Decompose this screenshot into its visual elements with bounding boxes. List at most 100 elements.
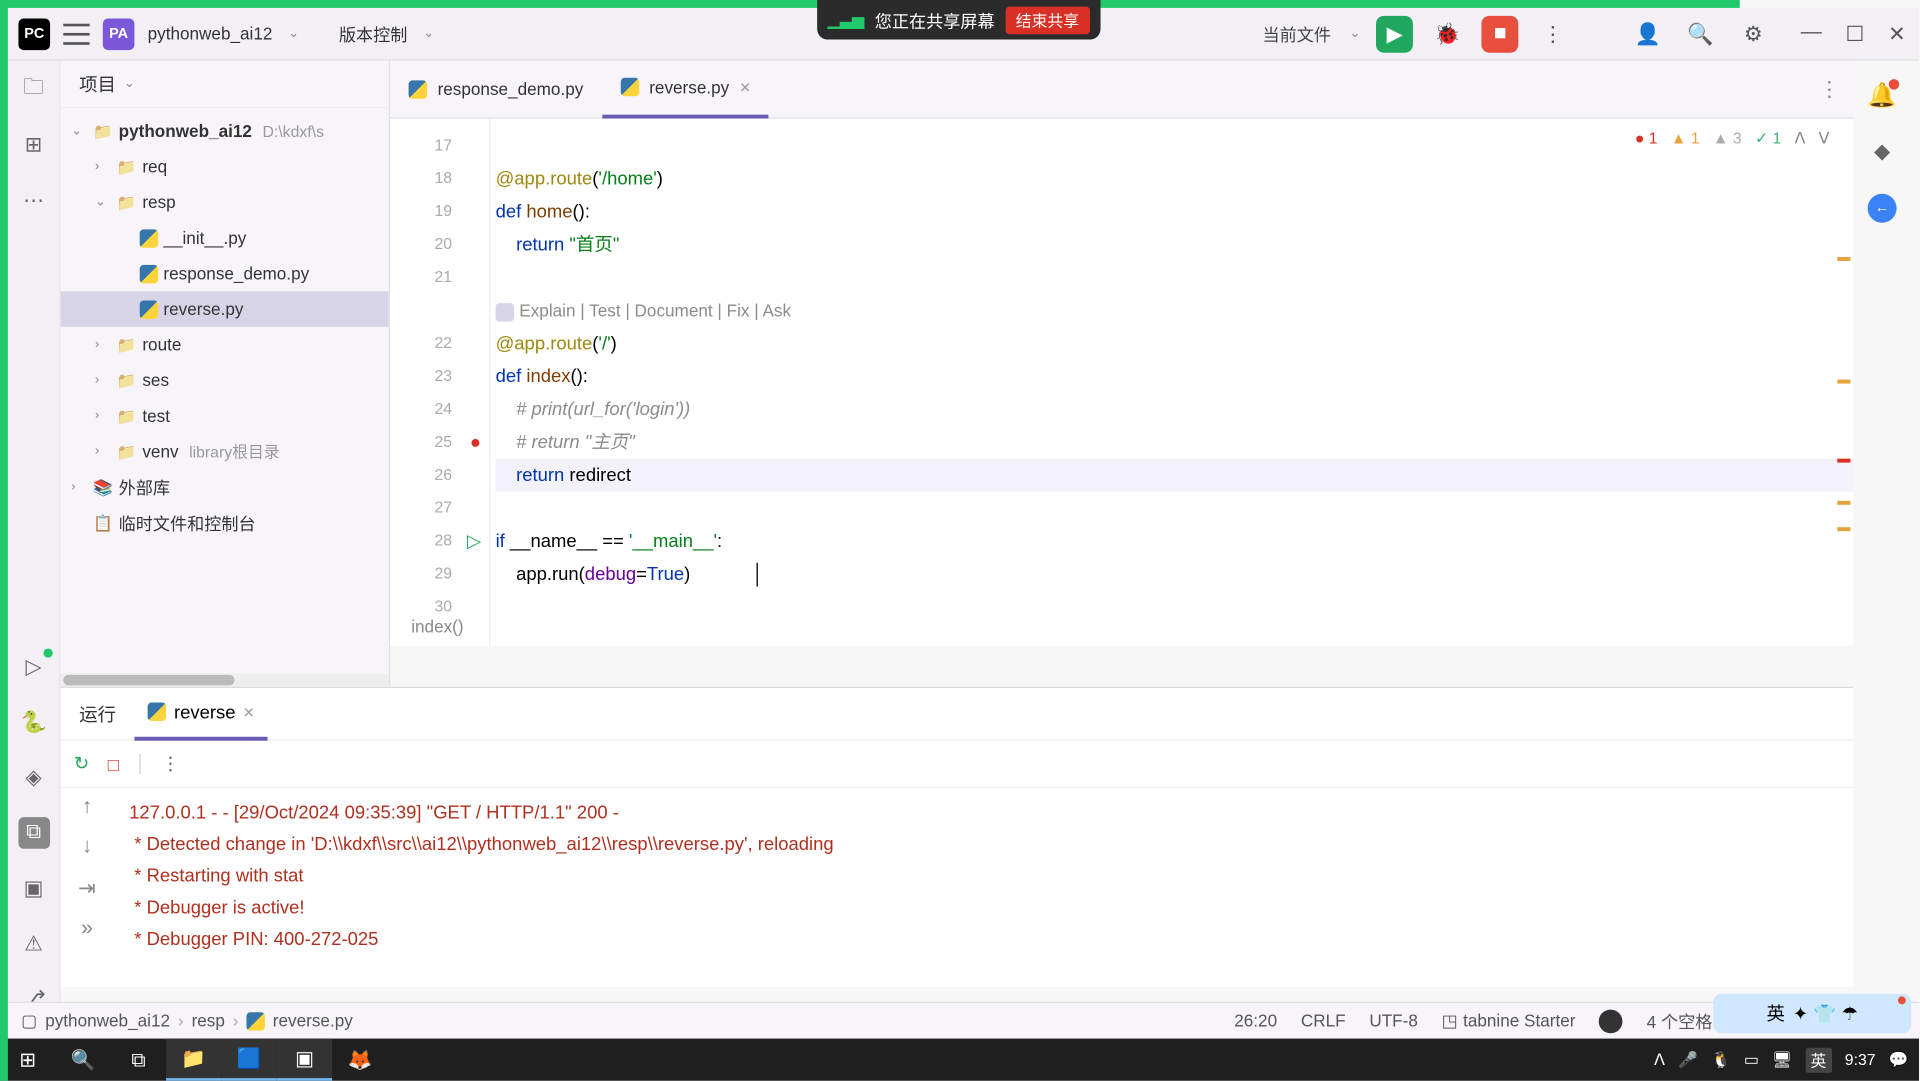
signal-icon: ▁▃▅ xyxy=(828,11,864,29)
debug-button[interactable]: 🐞 xyxy=(1429,15,1466,52)
project-badge: PA xyxy=(103,18,135,50)
ime-indicator[interactable]: 英 xyxy=(1805,1047,1831,1072)
tree-item-__init__.py[interactable]: __init__.py xyxy=(61,220,389,256)
tree-item-reverse.py[interactable]: reverse.py xyxy=(61,291,389,327)
start-button[interactable]: ⊞ xyxy=(0,1039,55,1081)
pycharm-taskbar-icon[interactable]: ▣ xyxy=(277,1039,332,1081)
code-editor[interactable]: ● 1 ▲ 1 ▲ 3 ✓ 1 ᐱᐯ 1718192021 2223242526… xyxy=(390,119,1853,646)
code-line-17[interactable] xyxy=(496,129,1854,162)
vcs-menu[interactable]: 版本控制 xyxy=(339,21,408,46)
maximize-button[interactable]: ☐ xyxy=(1846,20,1865,46)
code-with-me-icon[interactable]: 👤 xyxy=(1629,15,1666,52)
structure-tool-icon[interactable]: ⊞ xyxy=(18,129,50,161)
line-separator[interactable]: CRLF xyxy=(1301,1011,1346,1031)
scroll-down-button[interactable]: ↓ xyxy=(82,836,93,860)
stop-process-button[interactable]: □ xyxy=(108,753,119,774)
code-line-26[interactable]: return redirect xyxy=(496,459,1854,492)
explorer-taskbar-icon[interactable]: 📁 xyxy=(166,1039,221,1081)
tree-item-req[interactable]: ›req xyxy=(61,149,389,185)
tree-item-route[interactable]: ›route xyxy=(61,327,389,363)
firefox-taskbar-icon[interactable]: 🦊 xyxy=(332,1039,387,1081)
code-line-29[interactable]: app.run(debug=True) xyxy=(496,558,1854,591)
tabs-more-button[interactable]: ⋮ xyxy=(1819,76,1853,102)
scroll-to-end-button[interactable]: » xyxy=(81,917,93,941)
run-config-selector[interactable]: 当前文件 xyxy=(1262,21,1331,46)
code-line-23[interactable]: def index(): xyxy=(496,360,1854,393)
project-tool-icon[interactable]: 🗀 xyxy=(18,74,50,106)
tree-horizontal-scrollbar[interactable] xyxy=(61,673,389,686)
tree-item-response_demo.py[interactable]: response_demo.py xyxy=(61,256,389,292)
settings-button[interactable]: ⚙ xyxy=(1735,15,1772,52)
console-output[interactable]: 127.0.0.1 - - [29/Oct/2024 09:35:39] "GE… xyxy=(113,788,1853,987)
run-button[interactable]: ▶ xyxy=(1376,15,1413,52)
problems-tool-icon[interactable]: ⚠ xyxy=(18,928,50,960)
project-panel-title[interactable]: 项目⌄ xyxy=(61,61,389,108)
scroll-up-button[interactable]: ↑ xyxy=(82,796,93,820)
tray-mic-icon[interactable]: 🎤 xyxy=(1678,1050,1698,1068)
run-more-button[interactable]: ⋮ xyxy=(161,753,179,775)
services-tool-icon[interactable]: ◈ xyxy=(18,762,50,794)
run-tool-icon[interactable]: ▷ xyxy=(18,651,50,683)
tabnine-status[interactable]: ◳ tabnine Starter xyxy=(1442,1010,1576,1031)
editor-tab-response_demo.py[interactable]: response_demo.py xyxy=(390,60,602,118)
clock[interactable]: 9:37 xyxy=(1845,1050,1876,1068)
main-menu-button[interactable] xyxy=(63,23,89,44)
code-line-20[interactable]: return "首页" xyxy=(496,228,1854,261)
action-center-button[interactable]: 💬 xyxy=(1889,1050,1909,1068)
tree-item-venv[interactable]: ›venvlibrary根目录 xyxy=(61,434,389,470)
notifications-button[interactable]: 🔔 xyxy=(1867,82,1897,110)
code-line-18[interactable]: @app.route('/home') xyxy=(496,162,1854,195)
caret-position[interactable]: 26:20 xyxy=(1234,1011,1277,1031)
stop-button[interactable]: ■ xyxy=(1482,15,1519,52)
chevron-down-icon[interactable]: ⌄ xyxy=(1349,26,1360,40)
app-taskbar-icon[interactable]: 🟦 xyxy=(221,1039,276,1081)
editor-breadcrumb[interactable]: index() xyxy=(411,609,463,646)
indent-status[interactable]: 4 个空格 xyxy=(1647,1008,1713,1033)
tree-item-临时文件和控制台[interactable]: 临时文件和控制台 xyxy=(61,505,389,541)
task-view-button[interactable]: ⧉ xyxy=(111,1039,166,1081)
tray-battery-icon[interactable]: ▭ xyxy=(1744,1050,1759,1068)
tree-item-resp[interactable]: ⌄resp xyxy=(61,185,389,221)
terminal-tool-icon[interactable]: ▣ xyxy=(18,873,50,905)
more-tool-icon[interactable]: ⋯ xyxy=(18,185,50,217)
rerun-button[interactable]: ↻ xyxy=(74,753,89,775)
more-actions-button[interactable]: ⋮ xyxy=(1534,15,1571,52)
code-line-27[interactable] xyxy=(496,492,1854,525)
search-everywhere-button[interactable]: 🔍 xyxy=(1682,15,1719,52)
tabnine-icon[interactable]: ← xyxy=(1868,194,1897,223)
run-panel-title[interactable]: 运行 xyxy=(61,701,135,727)
tree-item-ses[interactable]: ›ses xyxy=(61,362,389,398)
copilot-icon[interactable] xyxy=(1599,1009,1623,1033)
tree-item-test[interactable]: ›test xyxy=(61,398,389,434)
search-button[interactable]: 🔍 xyxy=(55,1039,110,1081)
code-line-25[interactable]: # return "主页" xyxy=(496,426,1854,459)
code-line-19[interactable]: def home(): xyxy=(496,195,1854,228)
ai-assistant-icon[interactable]: ◆ xyxy=(1866,136,1898,168)
close-button[interactable]: ✕ xyxy=(1888,20,1906,46)
ai-hints[interactable]: Explain | Test | Document | Fix | Ask xyxy=(496,294,1854,327)
code-line-24[interactable]: # print(url_for('login')) xyxy=(496,393,1854,426)
minimize-button[interactable]: — xyxy=(1801,20,1822,46)
navigation-breadcrumb[interactable]: ▢pythonweb_ai12 ›resp ›reverse.py xyxy=(8,1010,353,1031)
tray-chevron-icon[interactable]: ᐱ xyxy=(1654,1050,1665,1068)
python-console-icon[interactable]: ⧉ xyxy=(18,817,50,849)
editor-tab-reverse.py[interactable]: reverse.py× xyxy=(602,60,769,118)
python-packages-icon[interactable]: 🐍 xyxy=(18,706,50,738)
code-line-28[interactable]: if __name__ == '__main__': xyxy=(496,525,1854,558)
ime-float-widget[interactable]: 英 ✦ 👕 ☂ xyxy=(1713,994,1911,1034)
run-config-tab[interactable]: reverse × xyxy=(134,687,267,740)
code-line-22[interactable]: @app.route('/') xyxy=(496,327,1854,360)
tray-network-icon[interactable]: 🖥 xyxy=(1772,1050,1792,1068)
file-encoding[interactable]: UTF-8 xyxy=(1369,1011,1418,1031)
tree-root[interactable]: ⌄pythonweb_ai12D:\kdxf\s xyxy=(61,113,389,149)
tree-item-外部库[interactable]: ›外部库 xyxy=(61,469,389,505)
soft-wrap-button[interactable]: ⇥ xyxy=(78,875,96,901)
tray-penguin-icon[interactable]: 🐧 xyxy=(1711,1050,1731,1068)
project-name[interactable]: pythonweb_ai12 xyxy=(148,24,273,44)
error-stripe[interactable] xyxy=(1835,119,1851,646)
code-line-21[interactable] xyxy=(496,261,1854,294)
code-line-30[interactable] xyxy=(496,590,1854,623)
chevron-down-icon[interactable]: ⌄ xyxy=(423,26,434,40)
chevron-down-icon[interactable]: ⌄ xyxy=(288,26,299,40)
stop-share-button[interactable]: 结束共享 xyxy=(1005,6,1089,34)
